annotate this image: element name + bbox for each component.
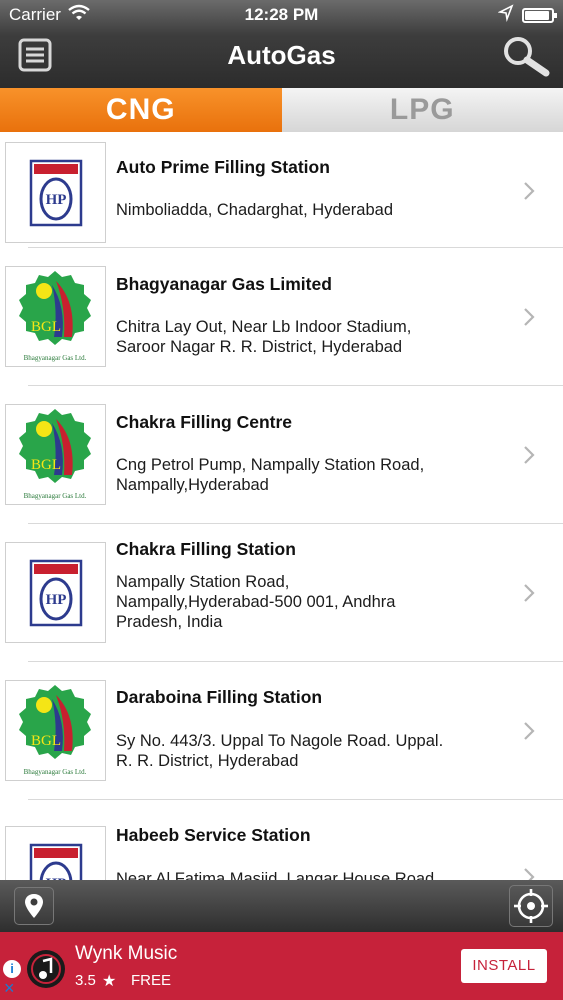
fuel-tab-bar: CNG LPG bbox=[0, 88, 563, 132]
station-address: Nampally Station Road, Nampally,Hyderaba… bbox=[116, 572, 511, 632]
address-line: Cng Petrol Pump, Nampally Station Road, bbox=[116, 456, 425, 474]
bgl-logo: BGL Bhagyanagar Gas Ltd. bbox=[5, 266, 106, 367]
bgl-logo-caption: Bhagyanagar Gas Ltd. bbox=[24, 354, 87, 362]
bgl-logo-text: BGL bbox=[31, 457, 61, 473]
locate-me-button[interactable] bbox=[509, 885, 553, 927]
chevron-right-icon bbox=[524, 584, 535, 602]
hp-logo: HP bbox=[5, 826, 106, 882]
station-address: Chitra Lay Out, Near Lb Indoor Stadium, … bbox=[116, 317, 511, 357]
crosshair-icon bbox=[514, 889, 548, 923]
ad-rating: 3.5 bbox=[75, 972, 96, 989]
status-bar: Carrier 12:28 PM bbox=[0, 0, 563, 30]
station-address: Cng Petrol Pump, Nampally Station Road, … bbox=[116, 455, 511, 495]
bottom-toolbar bbox=[0, 880, 563, 932]
address-line: Nampally,Hyderabad bbox=[116, 476, 269, 494]
chevron-right-icon bbox=[524, 182, 535, 200]
station-name: Chakra Filling Station bbox=[116, 539, 296, 559]
address-line: Saroor Nagar R. R. District, Hyderabad bbox=[116, 338, 403, 356]
ad-banner[interactable]: i × Wynk Music 3.5 ★ FREE INSTALL bbox=[0, 932, 563, 1000]
app-title: AutoGas bbox=[227, 40, 336, 70]
list-item[interactable]: HP Auto Prime Filling Station Nimboliadd… bbox=[0, 132, 563, 248]
station-name: Auto Prime Filling Station bbox=[116, 157, 330, 177]
address-line: Chitra Lay Out, Near Lb Indoor Stadium, bbox=[116, 318, 412, 336]
hp-logo-text: HP bbox=[46, 592, 67, 608]
chevron-right-icon bbox=[524, 446, 535, 464]
station-address: Sy No. 443/3. Uppal To Nagole Road. Uppa… bbox=[116, 731, 511, 771]
address-line: Pradesh, India bbox=[116, 613, 223, 631]
station-address: Nimboliadda, Chadarghat, Hyderabad bbox=[116, 200, 511, 220]
address-line: Nimboliadda, Chadarghat, Hyderabad bbox=[116, 201, 394, 219]
address-line: Sy No. 443/3. Uppal To Nagole Road. Uppa… bbox=[116, 732, 444, 750]
bgl-logo: BGL Bhagyanagar Gas Ltd. bbox=[5, 404, 106, 505]
install-button[interactable]: INSTALL bbox=[461, 949, 547, 983]
chevron-right-icon bbox=[524, 308, 535, 326]
station-name: Daraboina Filling Station bbox=[116, 687, 323, 707]
bgl-logo: BGL Bhagyanagar Gas Ltd. bbox=[5, 680, 106, 781]
hp-logo: HP bbox=[5, 542, 106, 643]
station-list[interactable]: HP Auto Prime Filling Station Nimboliadd… bbox=[0, 132, 563, 882]
location-arrow-icon bbox=[498, 4, 514, 22]
map-pin-icon bbox=[25, 894, 43, 918]
chevron-right-icon bbox=[524, 722, 535, 740]
address-line: Nampally,Hyderabad-500 001, Andhra bbox=[116, 593, 396, 611]
list-item[interactable]: BGL Bhagyanagar Gas Ltd. Bhagyanagar Gas… bbox=[0, 248, 563, 386]
list-item[interactable]: HP Chakra Filling Station Nampally Stati… bbox=[0, 524, 563, 662]
star-icon: ★ bbox=[102, 973, 117, 990]
station-name: Habeeb Service Station bbox=[116, 825, 311, 845]
bgl-logo-caption: Bhagyanagar Gas Ltd. bbox=[24, 492, 87, 500]
tab-lpg[interactable]: LPG bbox=[281, 88, 563, 132]
bgl-logo-text: BGL bbox=[31, 733, 61, 749]
station-name: Chakra Filling Centre bbox=[116, 412, 293, 432]
map-pin-button[interactable] bbox=[14, 887, 54, 925]
search-icon[interactable] bbox=[498, 35, 552, 77]
list-item[interactable]: BGL Bhagyanagar Gas Ltd. Daraboina Filli… bbox=[0, 662, 563, 800]
list-item[interactable]: BGL Bhagyanagar Gas Ltd. Chakra Filling … bbox=[0, 386, 563, 524]
ad-app-name: Wynk Music bbox=[75, 943, 178, 964]
clock: 12:28 PM bbox=[244, 5, 319, 24]
ad-price: FREE bbox=[131, 972, 172, 989]
navigation-bar: Carrier 12:28 PM AutoGas bbox=[0, 0, 563, 88]
list-item[interactable]: HP Habeeb Service Station Near Al Fatima… bbox=[0, 800, 563, 882]
address-line: R. R. District, Hyderabad bbox=[116, 752, 299, 770]
bgl-logo-text: BGL bbox=[31, 319, 61, 335]
ad-info-icon[interactable]: i bbox=[3, 960, 21, 978]
station-name: Bhagyanagar Gas Limited bbox=[116, 274, 332, 294]
wynk-app-icon bbox=[21, 939, 71, 994]
address-line: Nampally Station Road, bbox=[116, 573, 290, 591]
tab-cng[interactable]: CNG bbox=[0, 88, 282, 132]
bgl-logo-caption: Bhagyanagar Gas Ltd. bbox=[24, 768, 87, 776]
hp-logo: HP bbox=[5, 142, 106, 243]
hp-logo-text: HP bbox=[46, 192, 67, 208]
ad-close-icon[interactable]: × bbox=[4, 978, 15, 999]
battery-icon bbox=[522, 8, 557, 23]
